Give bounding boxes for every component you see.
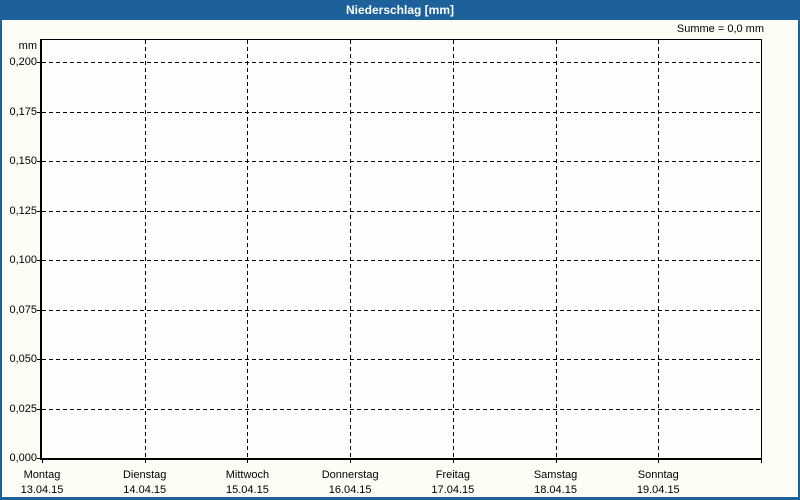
x-tick-mark: [658, 460, 660, 463]
y-tick-label: 0,175: [9, 105, 37, 118]
y-tick-label: 0,125: [9, 204, 37, 217]
x-gridline: [144, 40, 146, 458]
x-day-date-label: 13.04.15: [20, 484, 64, 496]
page-title: Niederschlag [mm]: [345, 3, 455, 17]
y-tick-label: 0,075: [9, 303, 37, 316]
y-gridline: [42, 359, 761, 360]
x-day-date-label: 15.04.15: [226, 484, 269, 496]
x-tick-mark: [144, 460, 146, 463]
x-tick-mark: [247, 460, 249, 463]
x-day-name-label: Mittwoch: [225, 469, 270, 481]
chart-plot-area: [40, 39, 762, 460]
x-day-date-label: 14.04.15: [123, 484, 167, 496]
y-gridline: [42, 161, 761, 162]
x-day-date-label: 19.04.15: [636, 484, 680, 496]
y-tick-mark: [37, 260, 40, 261]
y-tick-mark: [37, 408, 40, 410]
sum-annotation: Summe = 0,0 mm: [676, 23, 764, 35]
y-gridline: [42, 210, 761, 212]
y-tick-mark: [37, 111, 40, 113]
x-day-date-label: 17.04.15: [431, 484, 475, 496]
x-day-name-label: Montag: [23, 469, 61, 481]
x-tick-mark: [761, 460, 762, 463]
x-day-name-label: Dienstag: [122, 469, 167, 481]
y-axis-unit-label: mm: [18, 40, 37, 52]
window-titlebar: Niederschlag [mm]: [0, 0, 800, 20]
y-tick-mark: [37, 359, 40, 360]
y-tick-mark: [37, 161, 40, 162]
y-tick-label: 0,200: [9, 56, 37, 68]
x-day-date-label: 16.04.15: [328, 484, 372, 496]
y-gridline: [42, 309, 761, 311]
y-tick-mark: [37, 210, 40, 212]
x-tick-mark: [452, 460, 454, 463]
y-tick-label: 0,100: [9, 254, 37, 266]
x-gridline: [350, 40, 352, 458]
x-day-name-label: Sonntag: [637, 469, 679, 481]
y-tick-label: 0,150: [9, 155, 37, 167]
y-gridline: [42, 62, 761, 63]
x-day-name-label: Samstag: [533, 469, 578, 481]
x-day-date-label: 18.04.15: [534, 484, 577, 496]
y-tick-mark: [37, 309, 40, 311]
x-gridline: [452, 40, 454, 458]
y-tick-mark: [37, 62, 40, 63]
y-tick-mark: [37, 458, 40, 459]
x-tick-mark: [555, 460, 557, 463]
x-gridline: [658, 40, 660, 458]
y-tick-label: 0,050: [9, 353, 37, 365]
y-gridline: [42, 111, 761, 113]
x-tick-mark: [350, 460, 352, 463]
x-gridline: [247, 40, 249, 458]
y-gridline: [42, 260, 761, 261]
x-day-name-label: Donnerstag: [321, 469, 379, 481]
y-gridline: [42, 408, 761, 410]
x-gridline: [555, 40, 557, 458]
x-day-name-label: Freitag: [435, 469, 470, 481]
y-tick-label: 0,000: [9, 452, 37, 464]
y-tick-label: 0,025: [9, 402, 37, 415]
x-tick-mark: [42, 460, 43, 463]
